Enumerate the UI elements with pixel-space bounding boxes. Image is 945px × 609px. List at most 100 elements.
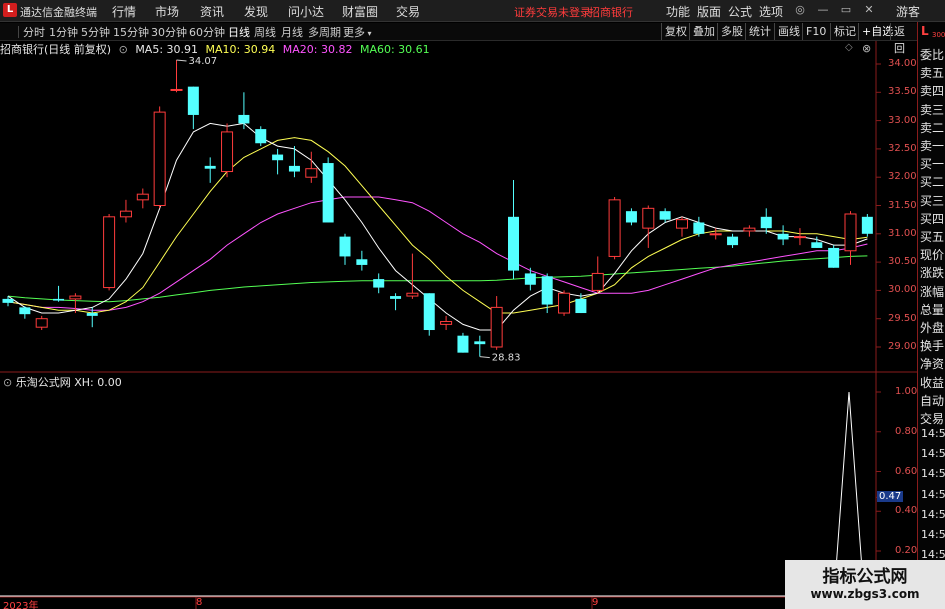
price-tick: 30.50	[888, 256, 917, 268]
candle-body	[187, 86, 199, 115]
candle-body	[103, 216, 116, 289]
candle-body	[727, 236, 739, 246]
candle-body	[373, 279, 385, 288]
indicator-info-line: ⊙ 乐淘公式网 XH: 0.00	[3, 374, 122, 390]
high-price-label: 34.07	[189, 56, 218, 67]
candle-body	[204, 165, 216, 169]
candle-body	[406, 292, 419, 297]
indicator-settings-icon[interactable]: ⊙	[3, 376, 12, 389]
quote-label-5: 卖一	[920, 139, 945, 153]
time-axis-month-9: 9	[592, 597, 599, 608]
candle-body	[642, 207, 655, 229]
candle-body	[170, 88, 183, 91]
indicator-tick: 0.40	[895, 505, 918, 517]
trade-time-5: 14:56	[921, 528, 945, 541]
candle-body	[828, 247, 840, 268]
candle-body	[153, 111, 166, 206]
price-tick: 33.00	[888, 114, 917, 126]
indicator-value: XH: 0.00	[74, 376, 122, 389]
trade-time-3: 14:56	[921, 487, 945, 501]
watermark-title: 指标公式网	[822, 567, 908, 587]
candle-body	[390, 296, 402, 299]
candle-body	[844, 213, 857, 252]
quote-label-0: 委比	[920, 48, 945, 62]
quote-label-14: 总量	[920, 302, 945, 317]
price-tick: 29.50	[888, 312, 917, 324]
candle-body	[508, 216, 519, 271]
candle-body	[659, 211, 671, 220]
quote-label-13: 涨幅	[920, 284, 945, 299]
candle-body	[490, 306, 503, 348]
candle-body	[356, 259, 368, 265]
candle-body	[709, 233, 722, 236]
candle-body	[743, 227, 756, 232]
quote-label-18: 收益	[920, 375, 945, 390]
candle-body	[625, 211, 637, 223]
watermark: 指标公式网 www.zbgs3.com	[785, 560, 945, 609]
candle-body	[53, 298, 65, 301]
kline-chart[interactable]: 34.07 28.83	[0, 0, 917, 609]
candle-body	[339, 236, 351, 257]
candle-body	[136, 193, 149, 201]
time-axis-year: 2023年	[3, 601, 39, 609]
quote-label-2: 卖四	[920, 84, 945, 99]
indicator-tick: 0.60	[895, 465, 918, 477]
candle-body	[288, 165, 300, 172]
quote-label-17: 净资	[920, 357, 945, 372]
candle-body	[440, 321, 453, 325]
quote-label-9: 买四	[920, 211, 945, 226]
candle-body	[221, 131, 234, 173]
price-tick: 32.50	[888, 142, 917, 154]
candle-body	[608, 199, 621, 257]
high-marker	[176, 59, 187, 62]
price-tick: 31.00	[888, 227, 917, 239]
trade-time-2: 14:56	[921, 467, 945, 481]
candle-body	[591, 272, 604, 291]
quote-label-16: 换手	[920, 339, 945, 354]
quote-panel-header: L 300	[917, 22, 945, 42]
quote-label-3: 卖三	[920, 102, 945, 117]
candle-body	[676, 219, 688, 229]
candle-body	[69, 295, 82, 300]
watermark-url: www.zbgs3.com	[810, 587, 920, 601]
trade-time-1: 14:56	[921, 447, 945, 461]
low-marker	[479, 356, 490, 359]
quote-label-12: 涨跌	[920, 266, 945, 281]
candle-body	[322, 163, 334, 223]
trade-time-0: 14:56	[921, 427, 945, 440]
price-tick: 29.00	[888, 341, 917, 352]
xh-line	[0, 391, 876, 597]
time-axis-month-8: 8	[196, 597, 203, 608]
candle-body	[35, 318, 48, 328]
indicator-tick: 0.80	[895, 425, 918, 437]
candle-body	[86, 313, 98, 316]
candle-body	[693, 222, 705, 234]
quote-label-8: 买三	[920, 193, 945, 208]
indicator-cursor-value: 0.47	[877, 491, 904, 503]
candle-body	[793, 236, 806, 239]
quote-label-19: 自动	[920, 393, 945, 408]
quote-panel-code: 300	[932, 31, 945, 39]
low-price-label: 28.83	[492, 353, 521, 364]
candle-body	[255, 129, 267, 144]
price-tick: 32.00	[888, 171, 917, 183]
candle-body	[474, 341, 486, 345]
price-tick: 30.00	[888, 284, 917, 296]
candle-body	[272, 154, 284, 161]
ma10-line	[7, 137, 868, 314]
candle-body	[777, 233, 789, 240]
price-tick: 31.50	[888, 199, 917, 211]
ma20-line	[7, 196, 868, 311]
indicator-name: 乐淘公式网	[15, 376, 71, 389]
candle-body	[861, 216, 873, 234]
quote-label-20: 交易	[920, 412, 945, 426]
candle-body	[524, 273, 536, 285]
candle-body	[760, 216, 772, 229]
candle-body	[423, 293, 435, 331]
candle-body	[119, 210, 132, 218]
candle-body	[238, 114, 250, 124]
candle-body	[305, 168, 318, 178]
quote-label-15: 外盘	[920, 321, 945, 335]
quote-label-7: 买二	[920, 175, 945, 190]
candle-body	[541, 276, 553, 305]
